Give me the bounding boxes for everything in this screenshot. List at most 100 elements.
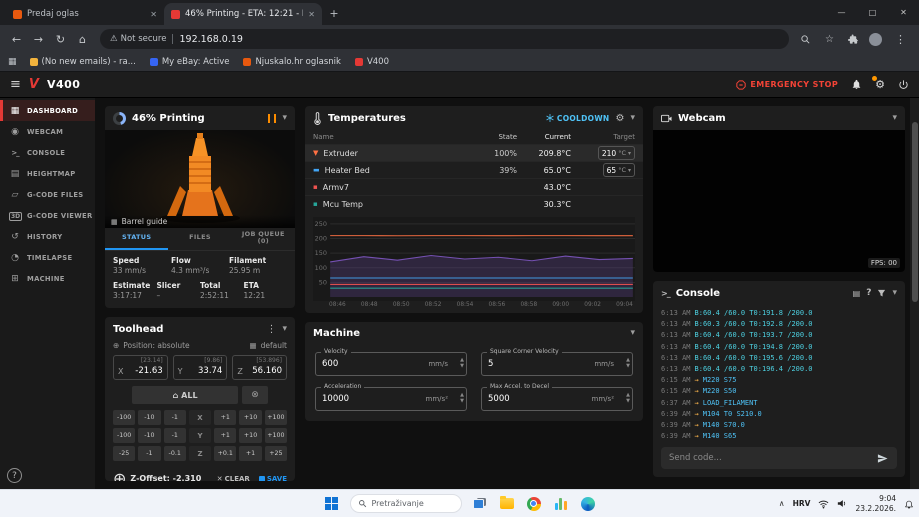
- window-close-button[interactable]: ✕: [888, 0, 919, 25]
- bookmark-item[interactable]: My eBay: Active: [143, 57, 237, 67]
- window-maximize-button[interactable]: □: [857, 0, 888, 25]
- field-stepper[interactable]: ▲▼: [460, 389, 464, 409]
- apps-grid-icon[interactable]: [8, 57, 17, 67]
- edge-icon[interactable]: [579, 495, 597, 513]
- target-dropdown-icon[interactable]: [628, 150, 631, 157]
- jog-button[interactable]: -1: [164, 410, 186, 425]
- home-icon[interactable]: [74, 33, 91, 46]
- jog-button[interactable]: +1: [239, 446, 261, 461]
- z-offset-save-button[interactable]: SAVE: [259, 475, 287, 482]
- jog-button[interactable]: -100: [113, 410, 135, 425]
- file-explorer-icon[interactable]: [498, 495, 516, 513]
- sidebar-item[interactable]: HISTORY: [0, 226, 95, 247]
- sidebar-item[interactable]: HEIGHTMAP: [0, 163, 95, 184]
- jog-button[interactable]: +100: [265, 410, 287, 425]
- toolhead-collapse-icon[interactable]: [282, 324, 287, 334]
- reload-icon[interactable]: [52, 33, 69, 46]
- browser-tab[interactable]: Predaj oglas: [6, 3, 164, 25]
- target-dropdown-icon[interactable]: [628, 167, 631, 174]
- machine-collapse-icon[interactable]: [630, 328, 635, 338]
- chrome-icon[interactable]: [525, 495, 543, 513]
- search-icon[interactable]: [800, 34, 811, 45]
- temperature-row[interactable]: ▪ Mcu Temp 30.3°C: [305, 195, 643, 212]
- bookmark-star-icon[interactable]: [821, 34, 838, 45]
- jog-button[interactable]: +10: [239, 410, 261, 425]
- sidebar-item[interactable]: MACHINE: [0, 268, 95, 289]
- temperature-row[interactable]: ▼ Extruder 100% 209.8°C 210 °C: [305, 144, 643, 161]
- help-button[interactable]: ?: [7, 468, 22, 483]
- new-tab-button[interactable]: +: [326, 5, 342, 21]
- temperature-row[interactable]: ▬ Heater Bed 39% 65.0°C 65 °C: [305, 161, 643, 178]
- jog-button[interactable]: +0.1: [214, 446, 236, 461]
- sidebar-item[interactable]: G-CODE FILES: [0, 184, 95, 205]
- jog-button[interactable]: -10: [138, 428, 160, 443]
- hamburger-menu-icon[interactable]: ≡: [10, 77, 21, 92]
- jog-button[interactable]: -100: [113, 428, 135, 443]
- machine-limit-field[interactable]: Velocity 600 mm/s ▲▼: [315, 352, 467, 376]
- jog-button[interactable]: -10: [138, 410, 160, 425]
- jog-button[interactable]: +1: [214, 428, 236, 443]
- axis-position-box[interactable]: Z [53.896] 56.160: [232, 355, 287, 380]
- taskbar-clock[interactable]: 9:04 23.2.2026.: [855, 494, 896, 514]
- cooldown-button[interactable]: COOLDOWN: [546, 114, 610, 123]
- profile-avatar[interactable]: [869, 33, 882, 46]
- jog-button[interactable]: +1: [214, 410, 236, 425]
- field-stepper[interactable]: ▲▼: [460, 354, 464, 374]
- jog-button[interactable]: +100: [265, 428, 287, 443]
- console-input[interactable]: [669, 453, 870, 463]
- store-app-icon[interactable]: [552, 495, 570, 513]
- machine-limit-field[interactable]: Acceleration 10000 mm/s² ▲▼: [315, 387, 467, 411]
- command-list-icon[interactable]: [853, 289, 861, 298]
- language-indicator[interactable]: HRV: [793, 499, 811, 508]
- machine-limit-field[interactable]: Max Accel. to Decel 5000 mm/s² ▲▼: [481, 387, 633, 411]
- machine-limit-field[interactable]: Square Corner Velocity 5 mm/s ▲▼: [481, 352, 633, 376]
- temperature-settings-icon[interactable]: [616, 113, 625, 124]
- bookmark-item[interactable]: Njuskalo.hr oglasnik: [236, 57, 347, 67]
- z-offset-clear-button[interactable]: CLEAR: [217, 475, 250, 482]
- notifications-bell-icon[interactable]: [851, 79, 862, 90]
- url-text[interactable]: 192.168.0.19: [179, 34, 242, 45]
- console-filter-icon[interactable]: [877, 289, 886, 298]
- field-value[interactable]: 5000: [488, 394, 592, 404]
- notification-center-icon[interactable]: [904, 499, 914, 509]
- field-value[interactable]: 5: [488, 359, 594, 369]
- print-card-tab[interactable]: STATUS: [105, 228, 168, 250]
- home-all-button[interactable]: ALL: [132, 386, 238, 404]
- jog-button[interactable]: -25: [113, 446, 135, 461]
- pause-print-button[interactable]: [268, 114, 276, 123]
- field-stepper[interactable]: ▲▼: [626, 354, 630, 374]
- settings-gear-icon[interactable]: [875, 78, 885, 91]
- tab-close-icon[interactable]: [150, 10, 157, 19]
- back-icon[interactable]: [8, 33, 25, 46]
- jog-button[interactable]: +25: [265, 446, 287, 461]
- volume-icon[interactable]: [837, 499, 847, 508]
- extensions-icon[interactable]: [848, 34, 859, 45]
- emergency-stop-button[interactable]: EMERGENCY STOP: [736, 80, 838, 90]
- print-card-collapse-icon[interactable]: [282, 113, 287, 123]
- webcam-collapse-icon[interactable]: [892, 113, 897, 123]
- jog-button[interactable]: -1: [164, 428, 186, 443]
- tab-close-icon[interactable]: [308, 10, 315, 19]
- taskbar-search[interactable]: Pretraživanje: [350, 494, 462, 513]
- print-card-tab[interactable]: FILES: [168, 228, 231, 250]
- sidebar-item[interactable]: CONSOLE: [0, 142, 95, 163]
- console-help-icon[interactable]: [866, 288, 871, 298]
- field-value[interactable]: 10000: [322, 394, 426, 404]
- field-stepper[interactable]: ▲▼: [626, 389, 630, 409]
- sidebar-item[interactable]: TIMELAPSE: [0, 247, 95, 268]
- field-value[interactable]: 600: [322, 359, 428, 369]
- not-secure-label[interactable]: Not secure: [121, 34, 167, 44]
- motors-off-button[interactable]: [242, 386, 268, 404]
- start-button[interactable]: [323, 495, 341, 513]
- browser-menu-icon[interactable]: [892, 33, 909, 46]
- jog-button[interactable]: -1: [138, 446, 160, 461]
- bookmark-item[interactable]: (No new emails) - ra...: [23, 57, 143, 67]
- temperature-row[interactable]: ▪ Armv7 43.0°C: [305, 178, 643, 195]
- forward-icon[interactable]: [30, 33, 47, 46]
- jog-button[interactable]: -0.1: [164, 446, 186, 461]
- wifi-icon[interactable]: [818, 499, 829, 509]
- axis-position-box[interactable]: Y [9.86] 33.74: [173, 355, 228, 380]
- window-minimize-button[interactable]: —: [826, 0, 857, 25]
- sidebar-item[interactable]: DASHBOARD: [0, 100, 95, 121]
- jog-button[interactable]: +10: [239, 428, 261, 443]
